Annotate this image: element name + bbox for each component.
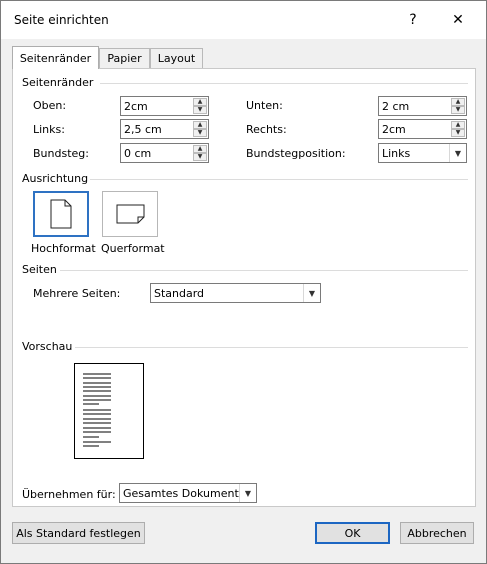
right-margin-value: 2cm — [382, 123, 406, 136]
help-icon: ? — [409, 12, 417, 28]
tab-label: Papier — [107, 52, 142, 65]
page-setup-dialog: Seite einrichten ? ✕ Seitenränder Papier… — [0, 0, 487, 564]
tab-layout[interactable]: Layout — [150, 48, 203, 68]
close-icon: ✕ — [452, 12, 464, 28]
preview-text-lines-icon — [83, 373, 111, 447]
right-margin-spinner[interactable]: 2cm ▲ ▼ — [378, 119, 467, 139]
ok-label: OK — [344, 526, 361, 540]
tab-panel: Seitenränder Oben: 2cm ▲ ▼ Unten: 2 cm ▲ ▼… — [12, 68, 476, 507]
portrait-page-icon — [50, 199, 72, 229]
margins-separator — [100, 83, 468, 84]
spin-down-icon[interactable]: ▼ — [193, 106, 207, 114]
tab-papier[interactable]: Papier — [99, 48, 150, 68]
cancel-button[interactable]: Abbrechen — [400, 522, 474, 544]
tab-label: Seitenränder — [19, 51, 92, 65]
set-default-label: Als Standard festlegen — [16, 526, 141, 540]
multiple-pages-value: Standard — [154, 287, 205, 300]
tab-label: Layout — [157, 52, 196, 65]
dialog-title: Seite einrichten — [14, 13, 109, 27]
apply-to-value: Gesamtes Dokument — [123, 487, 239, 500]
spin-down-icon[interactable]: ▼ — [193, 153, 207, 161]
preview-separator — [75, 347, 468, 348]
gutter-value: 0 cm — [124, 147, 152, 160]
landscape-label: Querformat — [101, 242, 165, 255]
tab-seitenraender[interactable]: Seitenränder — [12, 46, 99, 69]
chevron-down-icon[interactable]: ▼ — [239, 484, 256, 502]
portrait-label: Hochformat — [31, 242, 96, 255]
top-margin-label: Oben: — [33, 99, 67, 112]
preview-group-label: Vorschau — [22, 340, 73, 353]
landscape-page-icon — [116, 204, 145, 224]
top-margin-spinner[interactable]: 2cm ▲ ▼ — [120, 96, 209, 116]
bottom-margin-value: 2 cm — [382, 100, 410, 113]
multiple-pages-label: Mehrere Seiten: — [33, 287, 121, 300]
multiple-pages-select[interactable]: Standard ▼ — [150, 283, 321, 303]
left-margin-spinner[interactable]: 2,5 cm ▲ ▼ — [120, 119, 209, 139]
spin-up-icon[interactable]: ▲ — [193, 145, 207, 153]
spin-up-icon[interactable]: ▲ — [193, 98, 207, 106]
ok-button[interactable]: OK — [315, 522, 390, 544]
help-button[interactable]: ? — [393, 1, 433, 39]
margins-group-label: Seitenränder — [22, 76, 94, 89]
spin-down-icon[interactable]: ▼ — [451, 129, 465, 137]
gutter-position-value: Links — [382, 147, 411, 160]
spin-up-icon[interactable]: ▲ — [193, 121, 207, 129]
close-button[interactable]: ✕ — [438, 1, 478, 39]
orientation-separator — [90, 179, 468, 180]
gutter-spinner[interactable]: 0 cm ▲ ▼ — [120, 143, 209, 163]
spin-down-icon[interactable]: ▼ — [451, 106, 465, 114]
pages-separator — [60, 270, 468, 271]
bottom-margin-spinner[interactable]: 2 cm ▲ ▼ — [378, 96, 467, 116]
cancel-label: Abbrechen — [407, 526, 467, 540]
portrait-button[interactable] — [33, 191, 89, 237]
gutter-position-select[interactable]: Links ▼ — [378, 143, 467, 163]
spin-up-icon[interactable]: ▲ — [451, 98, 465, 106]
spin-down-icon[interactable]: ▼ — [193, 129, 207, 137]
right-margin-label: Rechts: — [246, 123, 287, 136]
gutter-position-label: Bundstegposition: — [246, 147, 346, 160]
spin-up-icon[interactable]: ▲ — [451, 121, 465, 129]
landscape-button[interactable] — [102, 191, 158, 237]
chevron-down-icon[interactable]: ▼ — [449, 144, 466, 162]
orientation-group-label: Ausrichtung — [22, 172, 89, 185]
set-default-button[interactable]: Als Standard festlegen — [12, 522, 145, 544]
apply-to-label: Übernehmen für: — [22, 488, 116, 501]
title-bar: Seite einrichten ? ✕ — [1, 1, 486, 39]
preview-page — [74, 363, 144, 459]
top-margin-value: 2cm — [124, 100, 148, 113]
gutter-label: Bundsteg: — [33, 147, 89, 160]
apply-to-select[interactable]: Gesamtes Dokument ▼ — [119, 483, 257, 503]
left-margin-value: 2,5 cm — [124, 123, 162, 136]
left-margin-label: Links: — [33, 123, 65, 136]
chevron-down-icon[interactable]: ▼ — [303, 284, 320, 302]
pages-group-label: Seiten — [22, 263, 57, 276]
bottom-margin-label: Unten: — [246, 99, 283, 112]
